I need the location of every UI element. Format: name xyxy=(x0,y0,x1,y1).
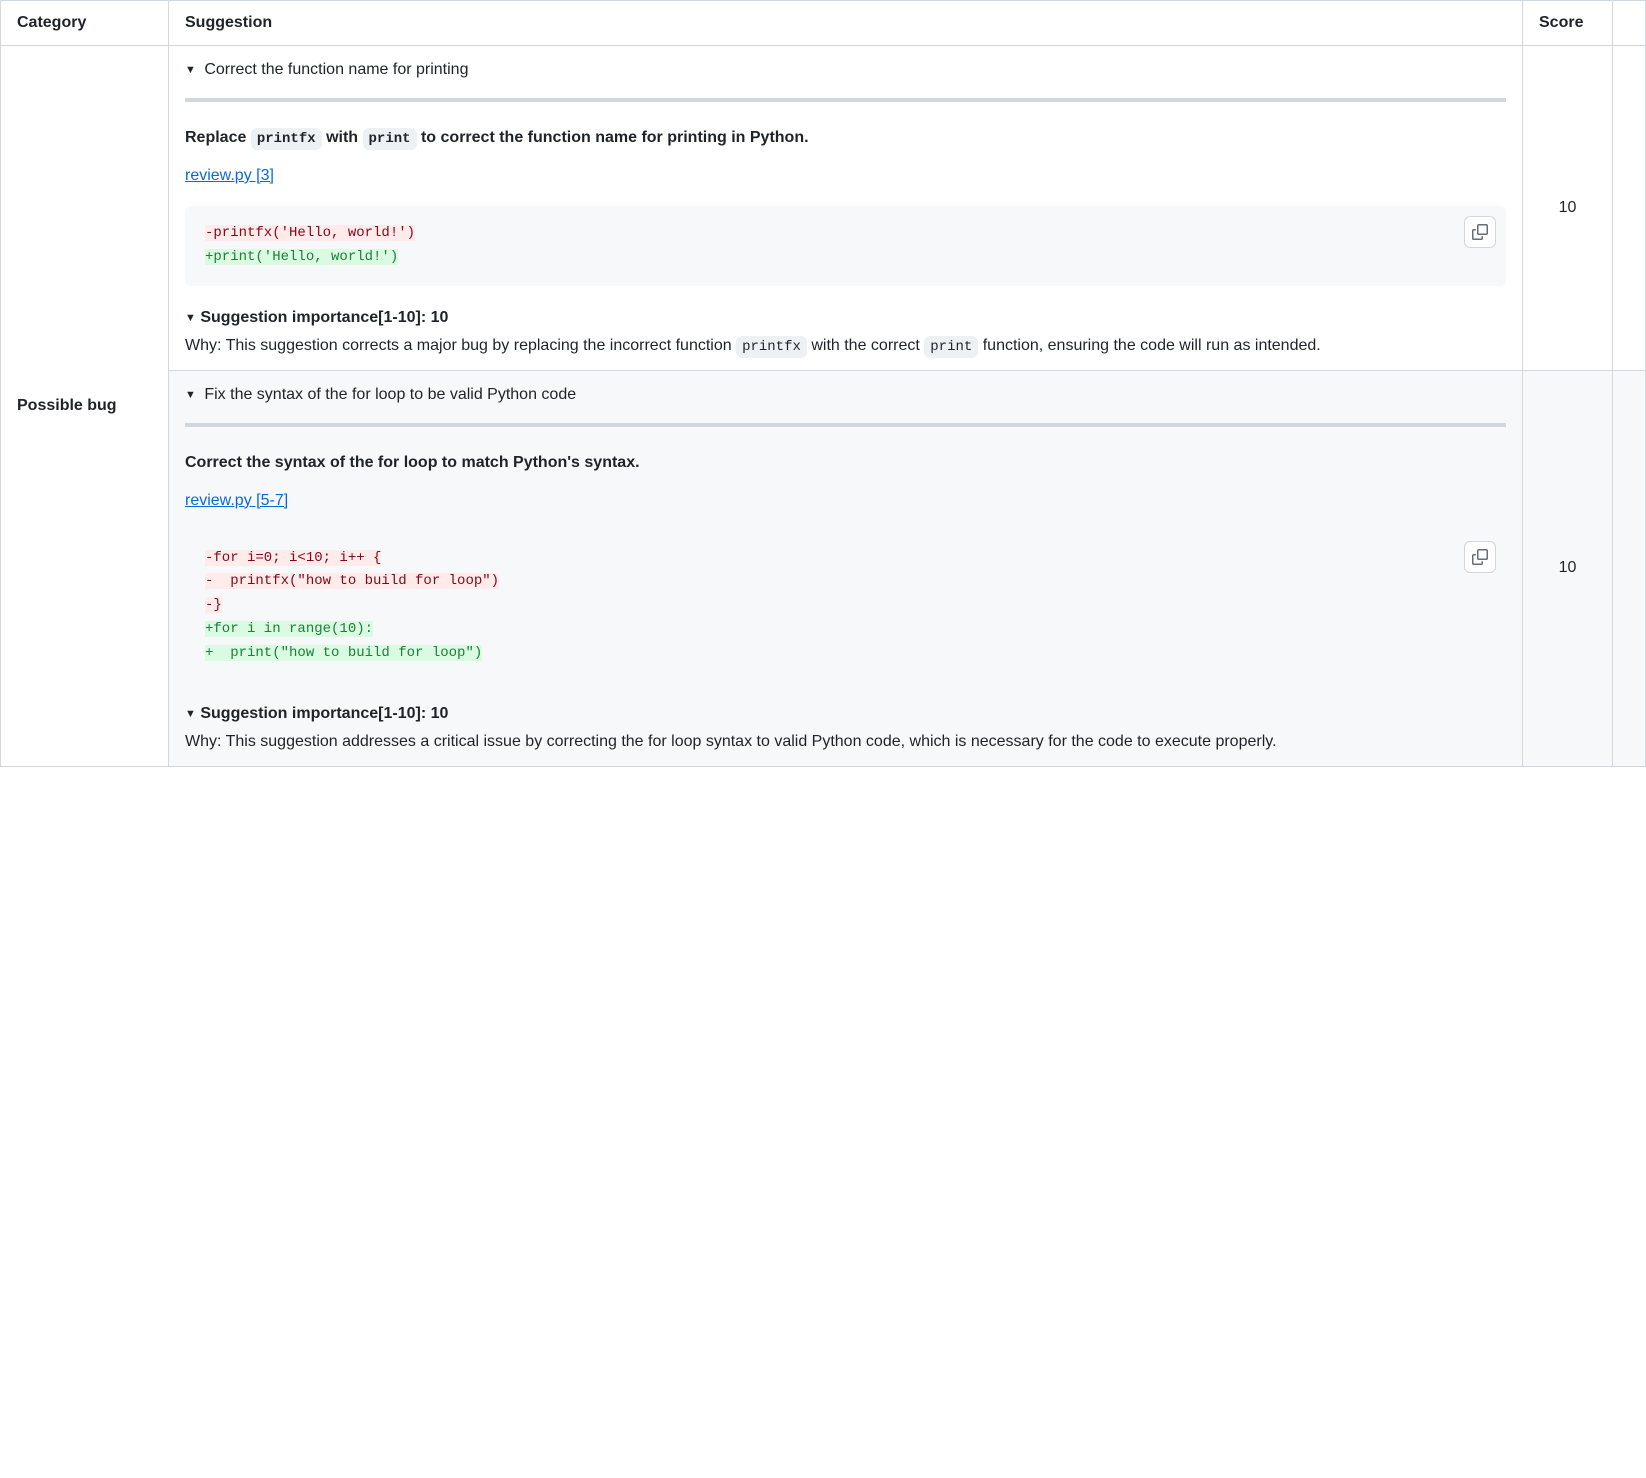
suggestions-table: Category Suggestion Score Possible bug ▼… xyxy=(0,0,1646,767)
diff-add: + print("how to build for loop") xyxy=(205,645,482,661)
chevron-down-icon: ▼ xyxy=(185,387,196,404)
suggestion-description: Replace printfx with print to correct th… xyxy=(185,126,1506,150)
divider xyxy=(185,98,1506,102)
extra-cell xyxy=(1613,370,1646,766)
diff-del: -for i=0; i<10; i++ { xyxy=(205,550,381,566)
diff-add: +print('Hello, world!') xyxy=(205,249,398,265)
code-inline: printfx xyxy=(251,128,322,150)
col-extra xyxy=(1613,1,1646,46)
copy-icon xyxy=(1472,224,1488,240)
copy-button[interactable] xyxy=(1464,541,1496,573)
suggestion-title: Fix the syntax of the for loop to be val… xyxy=(204,383,576,407)
code-inline: print xyxy=(363,128,417,150)
code-block: -for i=0; i<10; i++ { - printfx("how to … xyxy=(185,531,1506,682)
score-cell: 10 xyxy=(1523,370,1613,766)
importance-title: Suggestion importance[1-10]: 10 xyxy=(200,705,448,722)
file-link[interactable]: review.py [5-7] xyxy=(185,492,288,509)
col-category: Category xyxy=(1,1,169,46)
divider xyxy=(185,423,1506,427)
suggestion-summary[interactable]: ▼ Correct the function name for printing xyxy=(185,58,1506,82)
code-block: -printfx('Hello, world!') +print('Hello,… xyxy=(185,206,1506,286)
code-inline: printfx xyxy=(736,336,807,358)
suggestion-cell: ▼ Fix the syntax of the for loop to be v… xyxy=(169,370,1523,766)
importance-why: Why: This suggestion corrects a major bu… xyxy=(185,334,1506,358)
importance-title: Suggestion importance[1-10]: 10 xyxy=(200,309,448,326)
importance-summary[interactable]: ▼ Suggestion importance[1-10]: 10 xyxy=(185,306,1506,330)
importance-why: Why: This suggestion addresses a critica… xyxy=(185,730,1506,754)
copy-button[interactable] xyxy=(1464,216,1496,248)
suggestion-summary[interactable]: ▼ Fix the syntax of the for loop to be v… xyxy=(185,383,1506,407)
col-score: Score xyxy=(1523,1,1613,46)
chevron-down-icon: ▼ xyxy=(185,62,196,79)
diff-del: - printfx("how to build for loop") xyxy=(205,573,499,589)
importance-summary[interactable]: ▼ Suggestion importance[1-10]: 10 xyxy=(185,702,1506,726)
table-row: Possible bug ▼ Correct the function name… xyxy=(1,46,1646,371)
suggestion-title: Correct the function name for printing xyxy=(204,58,468,82)
code-inline: print xyxy=(924,336,978,358)
file-link[interactable]: review.py [3] xyxy=(185,167,274,184)
extra-cell xyxy=(1613,46,1646,371)
diff-add: +for i in range(10): xyxy=(205,621,373,637)
col-suggestion: Suggestion xyxy=(169,1,1523,46)
suggestion-description: Correct the syntax of the for loop to ma… xyxy=(185,451,1506,475)
table-row: ▼ Fix the syntax of the for loop to be v… xyxy=(1,370,1646,766)
chevron-down-icon: ▼ xyxy=(185,706,196,723)
chevron-down-icon: ▼ xyxy=(185,310,196,327)
diff-del: -} xyxy=(205,597,222,613)
category-cell: Possible bug xyxy=(1,46,169,767)
suggestion-cell: ▼ Correct the function name for printing… xyxy=(169,46,1523,371)
diff-del: -printfx('Hello, world!') xyxy=(205,225,415,241)
copy-icon xyxy=(1472,549,1488,565)
score-cell: 10 xyxy=(1523,46,1613,371)
